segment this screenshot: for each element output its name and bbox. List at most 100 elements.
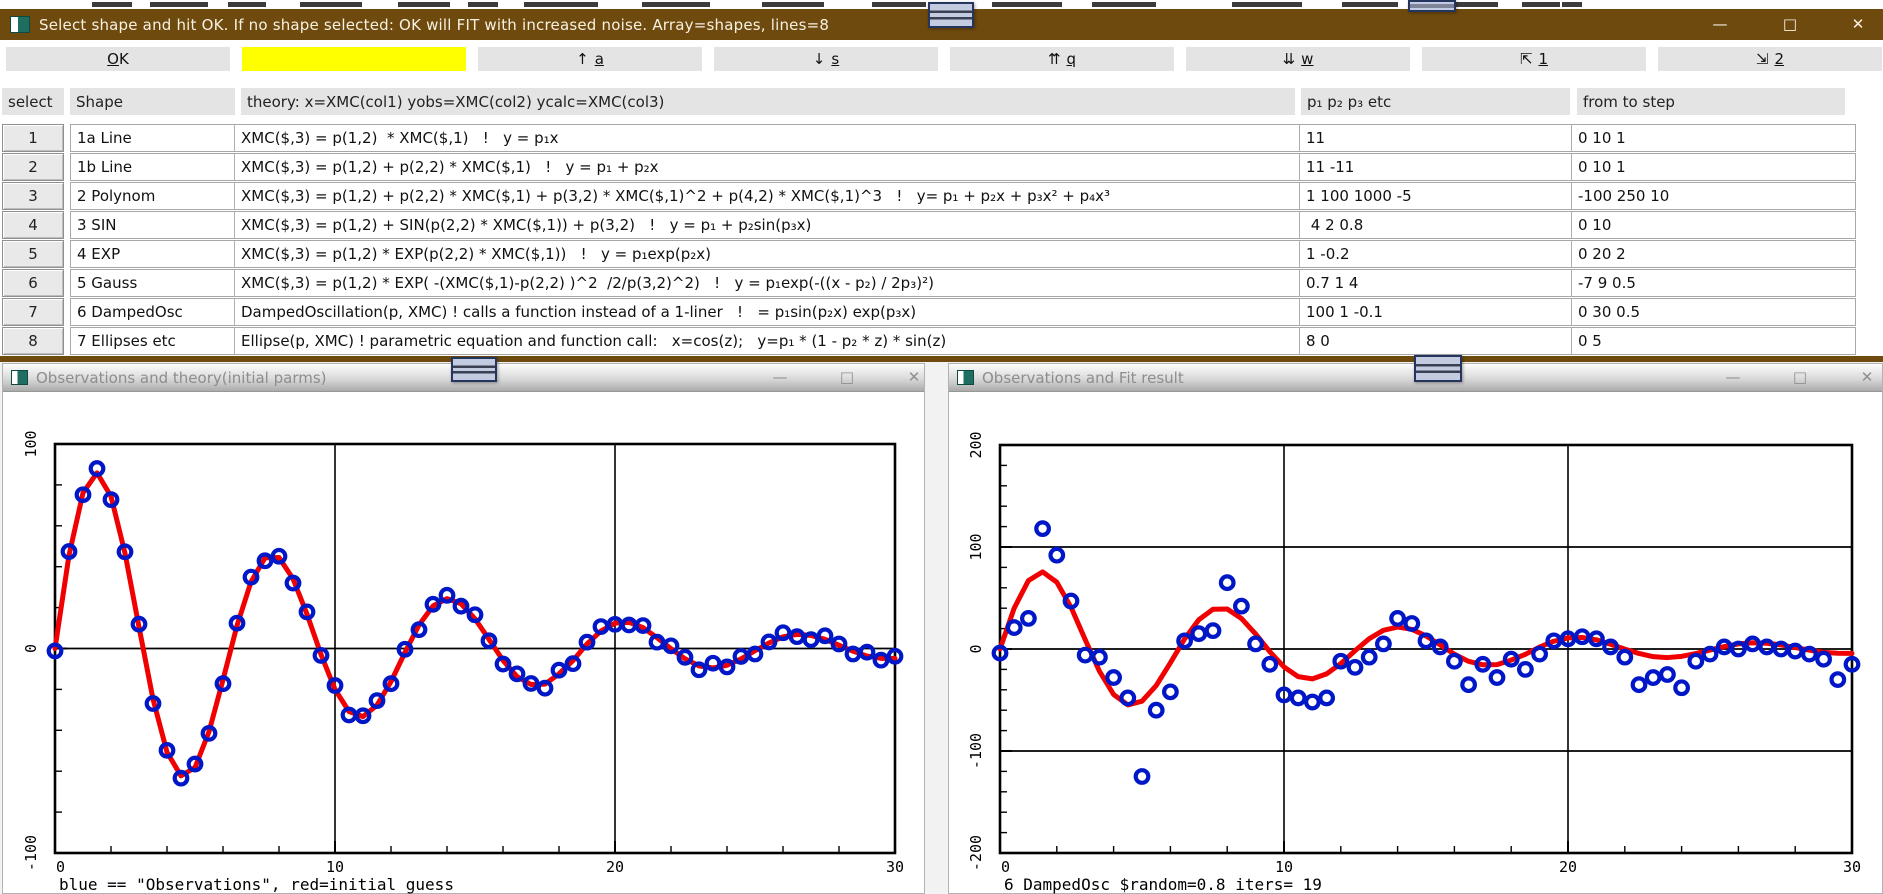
from-to-step-cell: -7 9 0.5 [1572,270,1855,296]
app-icon [10,16,30,33]
data-point [1193,627,1206,640]
column-header-theory: theory: x=XMC(col1) yobs=XMC(col2) ycalc… [241,88,1295,115]
toolbar-button-color-swatch[interactable] [242,47,466,71]
x-tick-label: 20 [606,858,624,876]
red-curve [1000,572,1852,705]
toolbar-button-page-up-q[interactable]: ⇈q [950,47,1174,71]
background-text-fragment [762,2,824,7]
from-to-step-cell: 0 10 1 [1572,154,1855,180]
minimize-button[interactable]: — [767,364,793,390]
data-point [1207,624,1220,637]
y-tick-label: 100 [22,430,40,457]
background-text-fragment [1522,2,1560,7]
row-select-button[interactable]: 2 [2,153,64,181]
data-point [1761,641,1774,654]
params-cell: 1 100 1000 -5 [1300,183,1572,209]
data-point [819,630,832,643]
from-to-step-cell: 0 5 [1572,328,1855,354]
y-tick-label: 100 [967,533,985,560]
chart-icon [957,370,974,385]
data-point [1264,658,1277,671]
data-point [1491,671,1504,684]
minimized-window-grip[interactable] [928,2,974,28]
from-to-step-cell: 0 30 0.5 [1572,299,1855,325]
blue-observation-points [994,522,1859,782]
maximize-button[interactable]: □ [1787,364,1813,390]
row-select-button[interactable]: 3 [2,182,64,210]
button-accesskey-label: q [1067,50,1077,68]
data-point [1150,704,1163,717]
data-point [1051,549,1064,562]
minimized-window-grip[interactable] [1414,355,1462,382]
data-point [1690,655,1703,668]
params-cell: 8 0 [1300,328,1572,354]
data-point [1448,655,1461,668]
maximize-button[interactable]: □ [1773,9,1807,40]
chart-window-fit-title: Observations and Fit result [982,369,1184,387]
minimize-button[interactable]: — [1720,364,1746,390]
data-point [651,636,664,649]
minimized-window-grip[interactable] [451,357,497,382]
arrow-icon: ↓ [813,50,826,68]
shape-cell: 2 Polynom [71,183,235,209]
x-tick-label: 0 [1001,858,1010,876]
data-point [1647,671,1660,684]
row-select-button[interactable]: 6 [2,269,64,297]
data-point [1122,692,1135,705]
toolbar-button-home-1[interactable]: ⇱1 [1422,47,1646,71]
toolbar-button-shift-up-a[interactable]: ↑a [478,47,702,71]
data-point [469,608,482,621]
y-tick-label: -100 [967,733,985,769]
data-point [693,663,706,676]
table-row[interactable]: 2 PolynomXMC($,3) = p(1,2) + p(2,2) * XM… [70,182,1856,210]
table-row[interactable]: 3 SINXMC($,3) = p(1,2) + SIN(p(2,2) * XM… [70,211,1856,239]
table-row[interactable]: 1a LineXMC($,3) = p(1,2) * XMC($,1) ! y … [70,124,1856,152]
arrow-icon: ⇱ [1520,50,1533,68]
row-select-button[interactable]: 5 [2,240,64,268]
shape-cell: 1a Line [71,125,235,151]
table-row[interactable]: 1b LineXMC($,3) = p(1,2) + p(2,2) * XMC(… [70,153,1856,181]
close-button[interactable]: ✕ [1854,364,1880,390]
table-row[interactable]: 5 GaussXMC($,3) = p(1,2) * EXP( -(XMC($,… [70,269,1856,297]
background-text-fragment [1232,2,1302,7]
shape-cell: 1b Line [71,154,235,180]
maximize-button[interactable]: □ [834,364,860,390]
data-point [1136,770,1149,783]
data-point [1363,651,1376,664]
table-row[interactable]: 4 EXPXMC($,3) = p(1,2) * EXP(p(2,2) * XM… [70,240,1856,268]
arrow-icon: ⇊ [1283,50,1296,68]
shape-cell: 5 Gauss [71,270,235,296]
main-window-title: Select shape and hit OK. If no shape sel… [39,16,829,34]
table-row[interactable]: 7 Ellipses etcEllipse(p, XMC) ! parametr… [70,327,1856,355]
row-select-button[interactable]: 1 [2,124,64,152]
data-point [1789,645,1802,658]
button-accesskey-label: 1 [1539,50,1549,68]
column-header-from-to-step: from to step [1577,88,1845,115]
data-point [1093,651,1106,664]
background-text-fragment [300,2,362,7]
row-select-button[interactable]: 4 [2,211,64,239]
data-point [1675,681,1688,694]
close-button[interactable]: ✕ [1841,9,1875,40]
column-header-shape: Shape [70,88,235,115]
data-point [707,657,720,670]
y-tick-label: -100 [22,835,40,871]
minimized-window-grip[interactable] [1408,0,1456,12]
chart-icon [11,370,28,385]
data-point [91,462,104,475]
row-select-button[interactable]: 8 [2,327,64,355]
params-cell: 11 [1300,125,1572,151]
data-point [553,664,566,677]
row-select-button[interactable]: 7 [2,298,64,326]
toolbar-button-ok[interactable]: OK [6,47,230,71]
data-point [1533,648,1546,661]
toolbar-button-end-2[interactable]: ⇲2 [1658,47,1882,71]
close-button[interactable]: ✕ [901,364,927,390]
theory-cell: XMC($,3) = p(1,2) + SIN(p(2,2) * XMC($,1… [235,212,1300,238]
toolbar-button-shift-down-s[interactable]: ↓s [714,47,938,71]
minimize-button[interactable]: — [1703,9,1737,40]
table-row[interactable]: 6 DampedOscDampedOscillation(p, XMC) ! c… [70,298,1856,326]
toolbar-button-page-down-w[interactable]: ⇊w [1186,47,1410,71]
params-cell: 4 2 0.8 [1300,212,1572,238]
data-point [1164,686,1177,699]
